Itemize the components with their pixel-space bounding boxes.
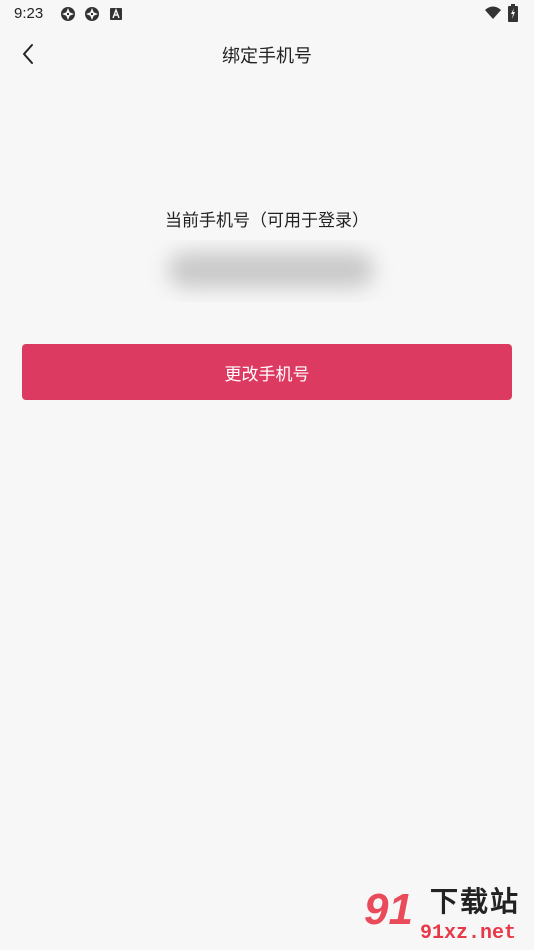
watermark-logo: 91 下载站 91xz.net — [362, 884, 534, 950]
page-title: 绑定手机号 — [222, 46, 312, 67]
navbar: 绑定手机号 — [0, 28, 534, 82]
phone-number-blurred — [148, 240, 394, 302]
status-bar: 9:23 — [0, 0, 534, 28]
watermark-url: 91xz.net — [420, 922, 517, 945]
change-phone-button[interactable]: 更改手机号 — [22, 344, 512, 400]
battery-charging-icon — [508, 4, 518, 22]
current-phone-label: 当前手机号（可用于登录） — [165, 211, 369, 231]
wifi-icon — [484, 5, 501, 21]
aperture-icon — [60, 6, 76, 22]
font-a-icon — [109, 6, 125, 22]
aperture-icon — [84, 6, 100, 22]
status-time: 9:23 — [14, 5, 44, 22]
page: 9:23 绑定手机号 当前手机号（可用于登录） 更改手机号 91 下载站 91x… — [0, 0, 534, 950]
watermark-number: 91 — [364, 885, 413, 934]
watermark-site-name: 下载站 — [430, 885, 521, 918]
